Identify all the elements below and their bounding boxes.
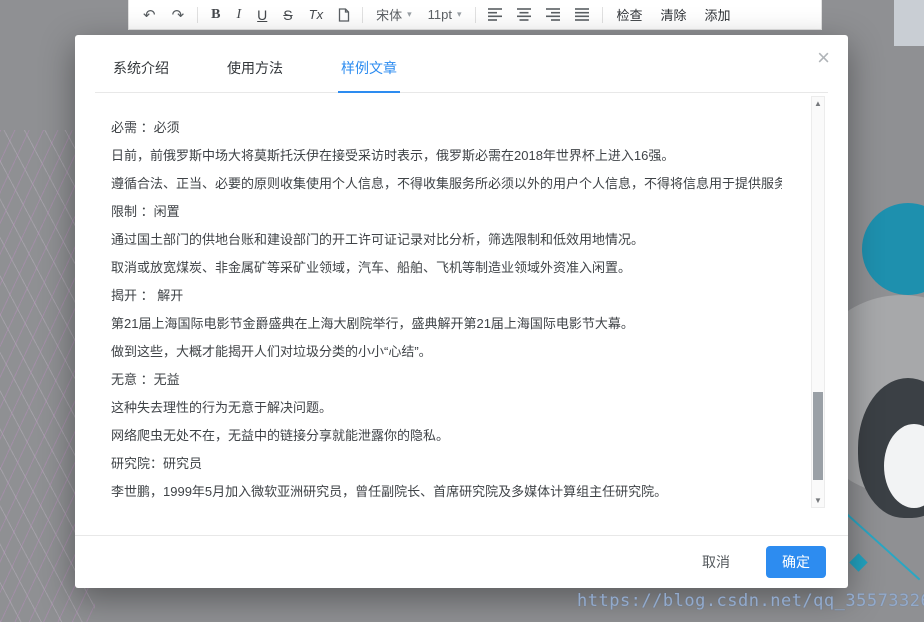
tab-sample-articles[interactable]: 样例文章 bbox=[338, 58, 400, 93]
background-teal-circle bbox=[862, 203, 924, 295]
redo-button[interactable]: ↷ bbox=[164, 1, 193, 29]
content-line: 李世鹏，1999年5月加入微软亚洲研究员，曾任副院长、首席研究院及多媒体计算组主… bbox=[111, 478, 782, 506]
dialog-content: 必需 ：必须 日前，前俄罗斯中场大将莫斯托沃伊在接受采访时表示，俄罗斯必需在20… bbox=[95, 93, 828, 513]
font-family-select[interactable]: 宋体 ▾ bbox=[368, 1, 420, 29]
watermark-text: https://blog.csdn.net/qq_35573326 bbox=[577, 591, 924, 611]
dialog-tabs: 系统介绍 使用方法 样例文章 bbox=[95, 35, 828, 93]
toolbar-divider bbox=[475, 7, 476, 23]
bold-button[interactable]: B bbox=[203, 1, 228, 29]
content-line: 网络爬虫无处不在，无益中的链接分享就能泄露你的隐私。 bbox=[111, 422, 782, 450]
check-button[interactable]: 检查 bbox=[608, 5, 652, 24]
content-line: 做到这些，大概才能揭开人们对垃圾分类的小小“心结”。 bbox=[111, 338, 782, 366]
toolbar-divider bbox=[362, 7, 363, 23]
content-line: 通过国土部门的供地台账和建设部门的开工许可证记录对比分析，筛选限制和低效用地情况… bbox=[111, 226, 782, 254]
align-right-button[interactable] bbox=[539, 1, 568, 29]
content-line: 日前，前俄罗斯中场大将莫斯托沃伊在接受采访时表示，俄罗斯必需在2018年世界杯上… bbox=[111, 142, 782, 170]
close-icon[interactable]: × bbox=[817, 47, 830, 69]
undo-button[interactable]: ↶ bbox=[135, 1, 164, 29]
content-line: 第21届上海国际电影节金爵盛典在上海大剧院举行，盛典解开第21届上海国际电影节大… bbox=[111, 310, 782, 338]
content-line: 必需 ：必须 bbox=[111, 114, 782, 142]
font-size-select[interactable]: 11pt ▾ bbox=[420, 1, 470, 29]
align-justify-button[interactable] bbox=[568, 1, 597, 29]
chevron-down-icon: ▾ bbox=[407, 9, 412, 20]
content-line: 无意 ：无益 bbox=[111, 366, 782, 394]
align-left-button[interactable] bbox=[481, 1, 510, 29]
add-button[interactable]: 添加 bbox=[696, 5, 740, 24]
dialog-footer: 取消 确定 bbox=[75, 535, 848, 588]
toolbar-divider bbox=[602, 7, 603, 23]
chevron-down-icon: ▾ bbox=[457, 9, 462, 20]
font-family-value: 宋体 bbox=[376, 5, 402, 24]
confirm-button[interactable]: 确定 bbox=[766, 546, 826, 578]
cancel-button[interactable]: 取消 bbox=[696, 551, 736, 573]
content-line: 揭开 ： 解开 bbox=[111, 282, 782, 310]
strikethrough-button[interactable]: S bbox=[275, 1, 300, 29]
content-scrollbar[interactable]: ▲ ▼ bbox=[811, 96, 825, 508]
background-corner-patch bbox=[894, 0, 924, 46]
content-line: 限制 ：闲置 bbox=[111, 198, 782, 226]
underline-button[interactable]: U bbox=[249, 1, 275, 29]
italic-button[interactable]: I bbox=[229, 1, 250, 29]
font-size-value: 11pt bbox=[428, 7, 452, 22]
align-center-button[interactable] bbox=[510, 1, 539, 29]
clear-format-button[interactable]: Tx bbox=[301, 1, 331, 29]
tab-system-intro[interactable]: 系统介绍 bbox=[110, 58, 172, 92]
toolbar-divider bbox=[197, 7, 198, 23]
scrollbar-thumb[interactable] bbox=[813, 392, 823, 480]
sample-articles-dialog: × 系统介绍 使用方法 样例文章 必需 ：必须 日前，前俄罗斯中场大将莫斯托沃伊… bbox=[75, 35, 848, 588]
tab-usage[interactable]: 使用方法 bbox=[224, 58, 286, 92]
document-icon[interactable] bbox=[331, 1, 357, 29]
content-line: 研究院：研究员 bbox=[111, 450, 782, 478]
content-line: 遵循合法、正当、必要的原则收集使用个人信息，不得收集服务所必须以外的用户个人信息… bbox=[111, 170, 782, 198]
scroll-up-icon[interactable]: ▲ bbox=[812, 97, 824, 110]
content-line: 取消或放宽煤炭、非金属矿等采矿业领域，汽车、船舶、飞机等制造业领域外资准入闲置。 bbox=[111, 254, 782, 282]
scroll-down-icon[interactable]: ▼ bbox=[812, 494, 824, 507]
clear-button[interactable]: 清除 bbox=[652, 5, 696, 24]
background-teal-diamond bbox=[849, 553, 867, 571]
editor-toolbar: ↶ ↷ B I U S Tx 宋体 ▾ 11pt ▾ 检查 清除 添加 bbox=[128, 0, 822, 30]
content-line: 这种失去理性的行为无意于解决问题。 bbox=[111, 394, 782, 422]
